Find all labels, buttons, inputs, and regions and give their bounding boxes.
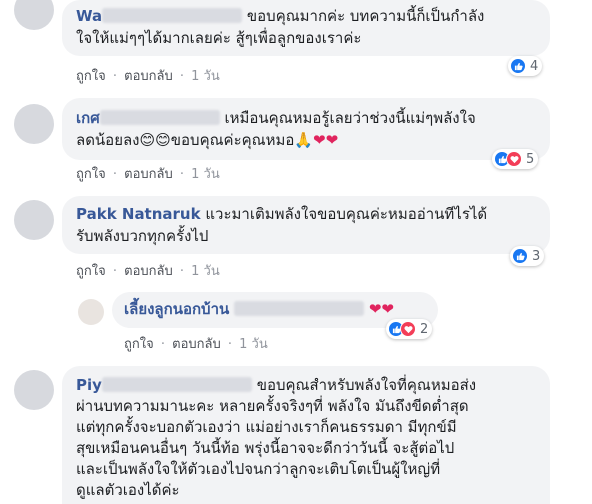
comment-actions: ถูกใจ · ตอบกลับ · 1 วัน [124,337,268,352]
comment-author[interactable]: เกศ [76,109,220,127]
commenter-avatar[interactable] [14,200,54,240]
like-link[interactable]: ถูกใจ [76,264,106,279]
comment-text-line-2: ใจให้แม่ๆๆได้มากเลยค่ะ สู้ๆเพื่อลูกของเร… [76,29,362,47]
comment-author[interactable]: Pakk Natnaruk [76,205,201,223]
reply-link[interactable]: ตอบกลับ [172,337,221,352]
like-reaction-icon [510,58,526,74]
comment-text-line-6: ดูแลตัวเองได้ค่ะ [76,481,180,499]
reaction-count: 2 [420,321,429,337]
reply-link[interactable]: ตอบกลับ [124,69,173,84]
comment-actions: ถูกใจ · ตอบกลับ · 1 วัน [76,69,220,84]
like-link[interactable]: ถูกใจ [76,167,106,182]
comment-author[interactable]: Wa [76,7,243,25]
redacted-name [99,110,220,125]
comment-actions: ถูกใจ · ตอบกลับ · 1 วัน [76,167,220,182]
comment-text-line-1: Wa ขอบคุณมากค่ะ บทความนี้ก็เป็นกำลัง [76,7,485,25]
commenter-avatar[interactable] [14,370,54,410]
redacted-name [102,8,243,23]
comment-author[interactable]: เลี้ยงลูกนอกบ้าน [124,300,229,318]
comment-text-line-4: สุขเหมือนคนอื่นๆ วันนี้ท้อ พรุ่งนี้อาจจะ… [76,439,455,457]
like-link[interactable]: ถูกใจ [76,69,106,84]
comment-text-line-2: ลดน้อยลง😊😊ขอบคุณค่ะคุณหมอ🙏❤❤ [76,131,339,149]
heart-emojis: ❤❤ [368,300,394,318]
commenter-avatar[interactable] [14,0,54,30]
love-reaction-icon [506,151,522,167]
comment-text-line-5: และเป็นพลังใจให้ตัวเองไปจนกว่าลูกจะเติบโ… [76,460,441,478]
reply-link[interactable]: ตอบกลับ [124,264,173,279]
smile-emoji: 😊😊 [139,131,171,149]
comment-time[interactable]: 1 วัน [191,264,220,279]
comment-actions: ถูกใจ · ตอบกลับ · 1 วัน [76,264,220,279]
comment-author[interactable]: Piy [76,376,252,394]
redacted-text [234,301,365,316]
love-reaction-icon [400,321,416,337]
heart-emojis: ❤❤ [313,131,339,149]
reaction-summary[interactable]: 3 [510,246,545,266]
redacted-name [101,377,252,392]
reaction-count: 5 [526,151,535,167]
reply-link[interactable]: ตอบกลับ [124,167,173,182]
page-avatar[interactable] [78,299,104,325]
comment-text-line-1: Pakk Natnaruk แวะมาเติมพลังใจขอบคุณค่ะหม… [76,205,488,223]
comment-text-line-1: เลี้ยงลูกนอกบ้าน ❤❤ [124,299,394,320]
reaction-count: 4 [530,58,539,74]
reaction-summary[interactable]: 2 [386,319,433,339]
reaction-summary[interactable]: 5 [492,149,539,169]
commenter-avatar[interactable] [14,104,54,144]
comment-time[interactable]: 1 วัน [191,69,220,84]
comment-text-line-2: ผ่านบทความมานะคะ หลายครั้งจริงๆที่ พลังใ… [76,397,469,415]
pray-emoji: 🙏 [294,131,314,149]
like-link[interactable]: ถูกใจ [124,337,154,352]
reaction-summary[interactable]: 4 [508,56,543,76]
reaction-count: 3 [532,248,541,264]
like-reaction-icon [512,248,528,264]
comment-text-line-3: แต่ทุกครั้งจะบอกตัวเองว่า แม่อย่างเราก็ค… [76,418,457,436]
comment-text-line-1: Piy ขอบคุณสำหรับพลังใจที่คุณหมอส่ง [76,376,477,394]
comment-text-line-2: รับพลังบวกทุกครั้งไป [76,227,209,245]
comment-time[interactable]: 1 วัน [191,167,220,182]
comment-time[interactable]: 1 วัน [239,337,268,352]
comment-text-line-1: เกศ เหมือนคุณหมอรู้เลยว่าช่วงนี้แม่ๆพลัง… [76,109,476,127]
